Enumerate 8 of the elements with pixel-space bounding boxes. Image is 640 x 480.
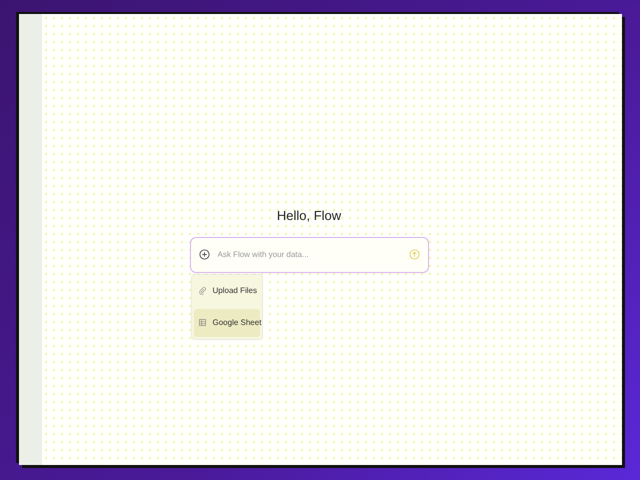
prompt-bar[interactable]: Ask Flow with your data... — [190, 236, 428, 273]
plus-icon[interactable] — [198, 249, 210, 260]
greeting: Hello, Flow — [276, 208, 342, 224]
prompt-input[interactable]: Ask Flow with your data... — [216, 248, 402, 262]
menu-item[interactable]: Upload Files — [194, 276, 260, 305]
paperclip-icon — [198, 286, 206, 296]
table-icon — [198, 318, 206, 328]
menu-item[interactable]: Google Sheet — [194, 308, 260, 337]
